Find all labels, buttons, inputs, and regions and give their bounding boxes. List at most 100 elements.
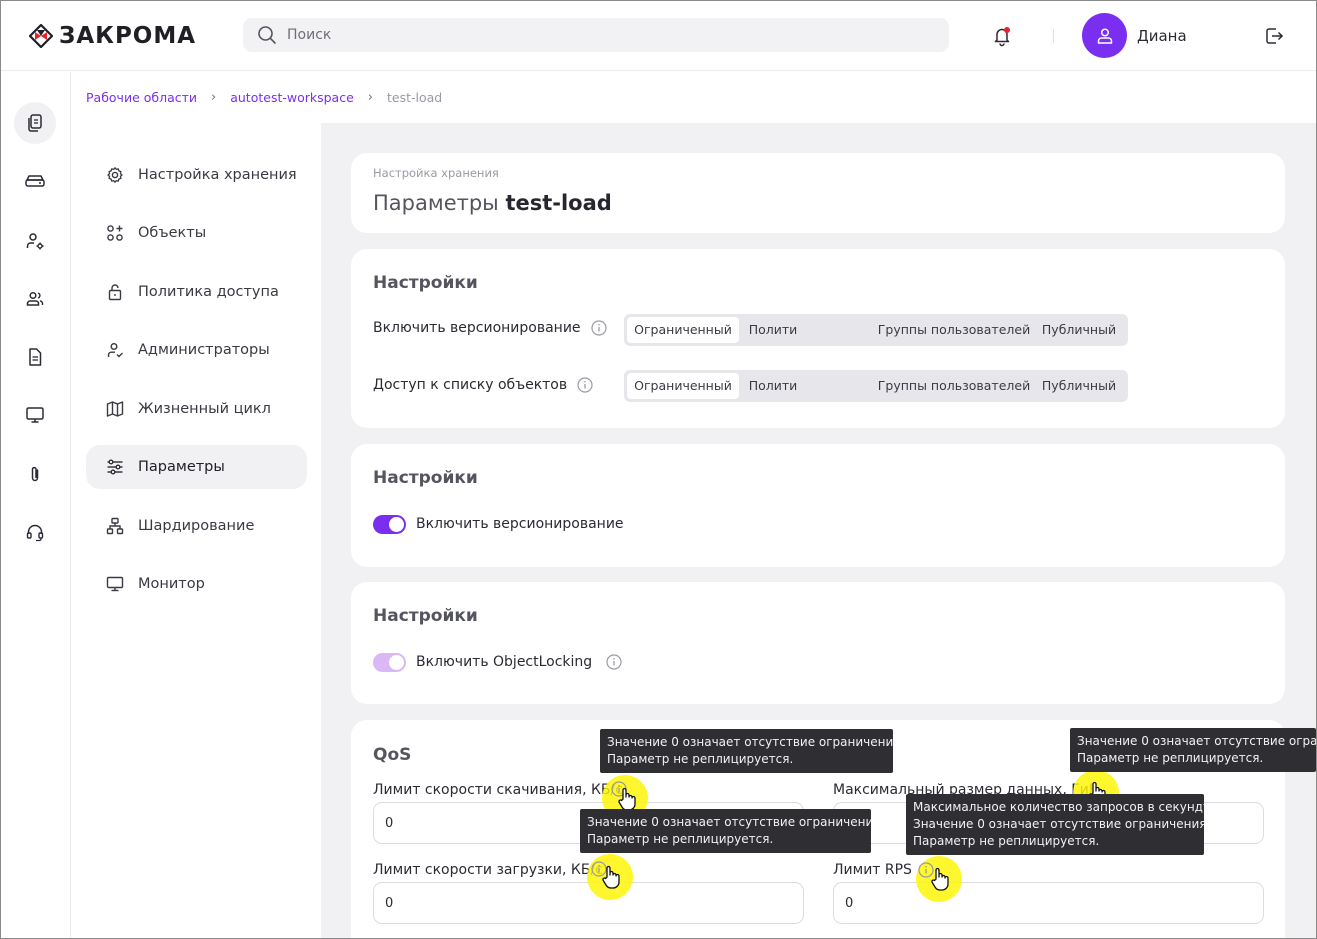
menu-item-administrators[interactable]: Администраторы [86,328,307,372]
rps-limit-input[interactable]: 0 [833,882,1264,924]
field-label-text: Лимит RPS [833,862,912,878]
object-locking-toggle-label: Включить ObjectLocking [416,654,622,670]
rail-monitor[interactable] [14,394,56,436]
user-gear-icon [26,233,44,250]
menu-item-storage-settings[interactable]: Настройка хранения [86,153,307,197]
download-limit-label: Лимит скорости скачивания, КБ/с [373,782,623,798]
breadcrumb-workspace[interactable]: autotest-workspace [230,90,354,105]
headset-icon [26,524,44,542]
drive-icon [25,175,45,187]
rail-storage[interactable] [14,102,56,144]
menu-item-parameters[interactable]: Параметры [86,445,307,489]
menu-item-access-policy[interactable]: Политика доступа [86,270,307,314]
notification-bell-icon[interactable] [991,25,1013,47]
toggle-knob [389,517,404,532]
users-group-icon [26,291,44,306]
tooltip-max-size: Значение 0 означает отсутствие ограничен… [1070,728,1316,772]
segment-option-public[interactable]: Публичный [1034,373,1124,399]
rail-user-settings[interactable] [14,220,56,262]
menu-item-label: Политика доступа [138,284,279,300]
hand-cursor-icon [618,787,636,811]
versioning-toggle[interactable] [373,515,406,534]
breadcrumb-workspaces[interactable]: Рабочие области [86,90,197,105]
segment-option-restricted[interactable]: Ограниченный [627,373,739,399]
logout-icon[interactable] [1263,25,1285,47]
user-name[interactable]: Диана [1137,27,1187,45]
rail-documents[interactable] [14,336,56,378]
logo-mark-icon [29,24,53,48]
app-logo[interactable]: ЗАКРОМА [29,23,196,49]
tooltip-line: Параметр не реплицируется. [587,832,774,846]
breadcrumb-current: test-load [387,90,443,105]
info-icon[interactable] [577,377,593,393]
left-rail [1,72,71,938]
versioning-access-label: Включить версионирование [373,320,607,336]
toggle-knob [389,655,404,670]
page-subtitle: Настройка хранения [373,166,499,180]
versioning-card: Настройки Включить версионирование [351,444,1285,567]
menu-item-label: Монитор [138,576,205,592]
admin-user-icon [107,343,123,358]
tooltip-line: Параметр не реплицируется. [1077,751,1264,765]
menu-item-label: Объекты [138,225,207,241]
tooltip-line: Значение 0 означает отсутствие ограничен… [587,815,871,829]
menu-item-lifecycle[interactable]: Жизненный цикл [86,387,307,431]
object-locking-toggle[interactable] [373,653,406,672]
rail-drive[interactable] [14,161,56,203]
rail-support[interactable] [14,511,56,553]
info-icon[interactable] [606,654,622,670]
paperclip-icon [31,466,39,482]
rail-attachments[interactable] [14,453,56,495]
search-box[interactable] [243,18,949,52]
breadcrumb: Рабочие области › autotest-workspace › t… [86,90,442,105]
qos-title: QoS [373,745,412,765]
sliders-icon [107,459,123,475]
toggle-label-text: Включить ObjectLocking [416,654,593,670]
menu-item-objects[interactable]: Объекты [86,211,307,255]
menu-item-monitor[interactable]: Монитор [86,562,307,606]
rail-users[interactable] [14,278,56,320]
avatar[interactable] [1082,13,1127,58]
info-icon[interactable] [590,320,607,336]
segment-option-user-groups[interactable]: Группы пользователей [874,373,1034,399]
lock-icon [108,284,122,301]
tooltip-download-limit: Значение 0 означает отсутствие ограничен… [600,729,893,773]
search-input[interactable] [287,27,927,43]
menu-item-sharding[interactable]: Шардирование [86,504,307,548]
upload-limit-input[interactable]: 0 [373,882,804,924]
page-header-card: Настройка хранения Параметры test-load [351,153,1285,233]
hand-cursor-icon [931,867,949,891]
document-icon [29,348,42,366]
segment-option-restricted[interactable]: Ограниченный [627,317,739,343]
gear-icon [107,167,123,183]
field-label-text: Лимит скорости скачивания, КБ/с [373,782,623,798]
logo-text: ЗАКРОМА [59,23,197,49]
tooltip-line: Значение 0 означает отсутствие ограничен… [607,735,893,749]
segment-option-policy[interactable]: Полити [739,373,807,399]
section-title: Настройки [373,273,478,293]
rps-limit-label: Лимит RPS [833,862,912,878]
menu-item-label: Администраторы [138,342,270,358]
menu-item-label: Жизненный цикл [138,401,271,417]
field-label-text: Лимит скорости загрузки, КБ/с [373,862,603,878]
menu-item-label: Параметры [138,459,225,475]
tooltip-line: Значение 0 означает отсутствие ограничен… [1077,734,1316,748]
header-separator [1053,29,1054,43]
page-title: Параметры test-load [373,191,612,215]
page-title-name: test-load [505,191,612,215]
segment-option-policy[interactable]: Полити [739,317,807,343]
segment-option-user-groups[interactable]: Группы пользователей [874,317,1034,343]
row-label-text: Включить версионирование [373,320,581,336]
upload-limit-label: Лимит скорости загрузки, КБ/с [373,862,603,878]
hand-cursor-icon [602,865,620,889]
section-title: Настройки [373,468,478,488]
monitor-icon [26,407,44,423]
map-icon [106,401,124,417]
top-header: ЗАКРОМА Диана [1,1,1316,71]
access-settings-card: Настройки Включить версионирование Огран… [351,249,1285,428]
tooltip-line: Максимальное количество запросов в секун… [913,800,1204,814]
row-label-text: Доступ к списку объектов [373,377,568,393]
segment-option-public[interactable]: Публичный [1034,317,1124,343]
object-locking-card: Настройки Включить ObjectLocking [351,582,1285,704]
sharding-icon [106,517,124,535]
